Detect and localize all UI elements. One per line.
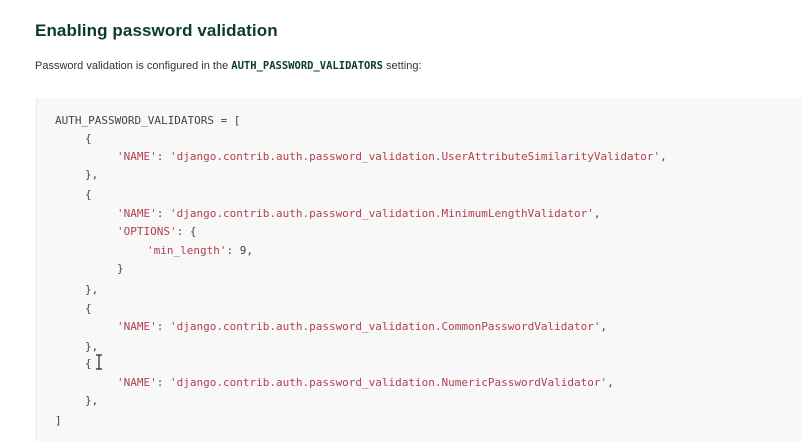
code-open-brace-1: { (85, 132, 92, 145)
code-line-validator-3: 'NAME': 'django.contrib.auth.password_va… (117, 320, 608, 333)
code-close-brace-4: }, (85, 394, 99, 407)
code-line-assignment: AUTH_PASSWORD_VALIDATORS = [ (55, 114, 241, 127)
code-line-validator-1: 'NAME': 'django.contrib.auth.password_va… (117, 150, 667, 163)
intro-paragraph: Password validation is configured in the… (35, 60, 422, 72)
code-close-bracket: ] (55, 414, 62, 427)
setting-name: AUTH_PASSWORD_VALIDATORS (231, 60, 383, 72)
code-close-brace-1: }, (85, 168, 99, 181)
code-open-brace-2: { (85, 188, 92, 201)
intro-text-after: setting: (383, 60, 422, 72)
code-line-min-length: 'min_length': 9, (147, 244, 253, 257)
code-block: AUTH_PASSWORD_VALIDATORS = [ { 'NAME': '… (36, 98, 802, 441)
intro-text-before: Password validation is configured in the (35, 60, 232, 72)
code-open-brace-4: { (85, 357, 92, 370)
code-line-validator-2: 'NAME': 'django.contrib.auth.password_va… (117, 207, 601, 220)
code-line-validator-4: 'NAME': 'django.contrib.auth.password_va… (117, 376, 614, 389)
section-heading: Enabling password validation (35, 21, 278, 40)
code-close-brace-2: }, (85, 283, 99, 296)
code-line-options: 'OPTIONS': { (117, 225, 197, 238)
text-cursor-icon (96, 354, 102, 370)
code-close-options: } (117, 262, 124, 275)
code-open-brace-3: { (85, 302, 92, 315)
code-close-brace-3: }, (85, 340, 99, 353)
